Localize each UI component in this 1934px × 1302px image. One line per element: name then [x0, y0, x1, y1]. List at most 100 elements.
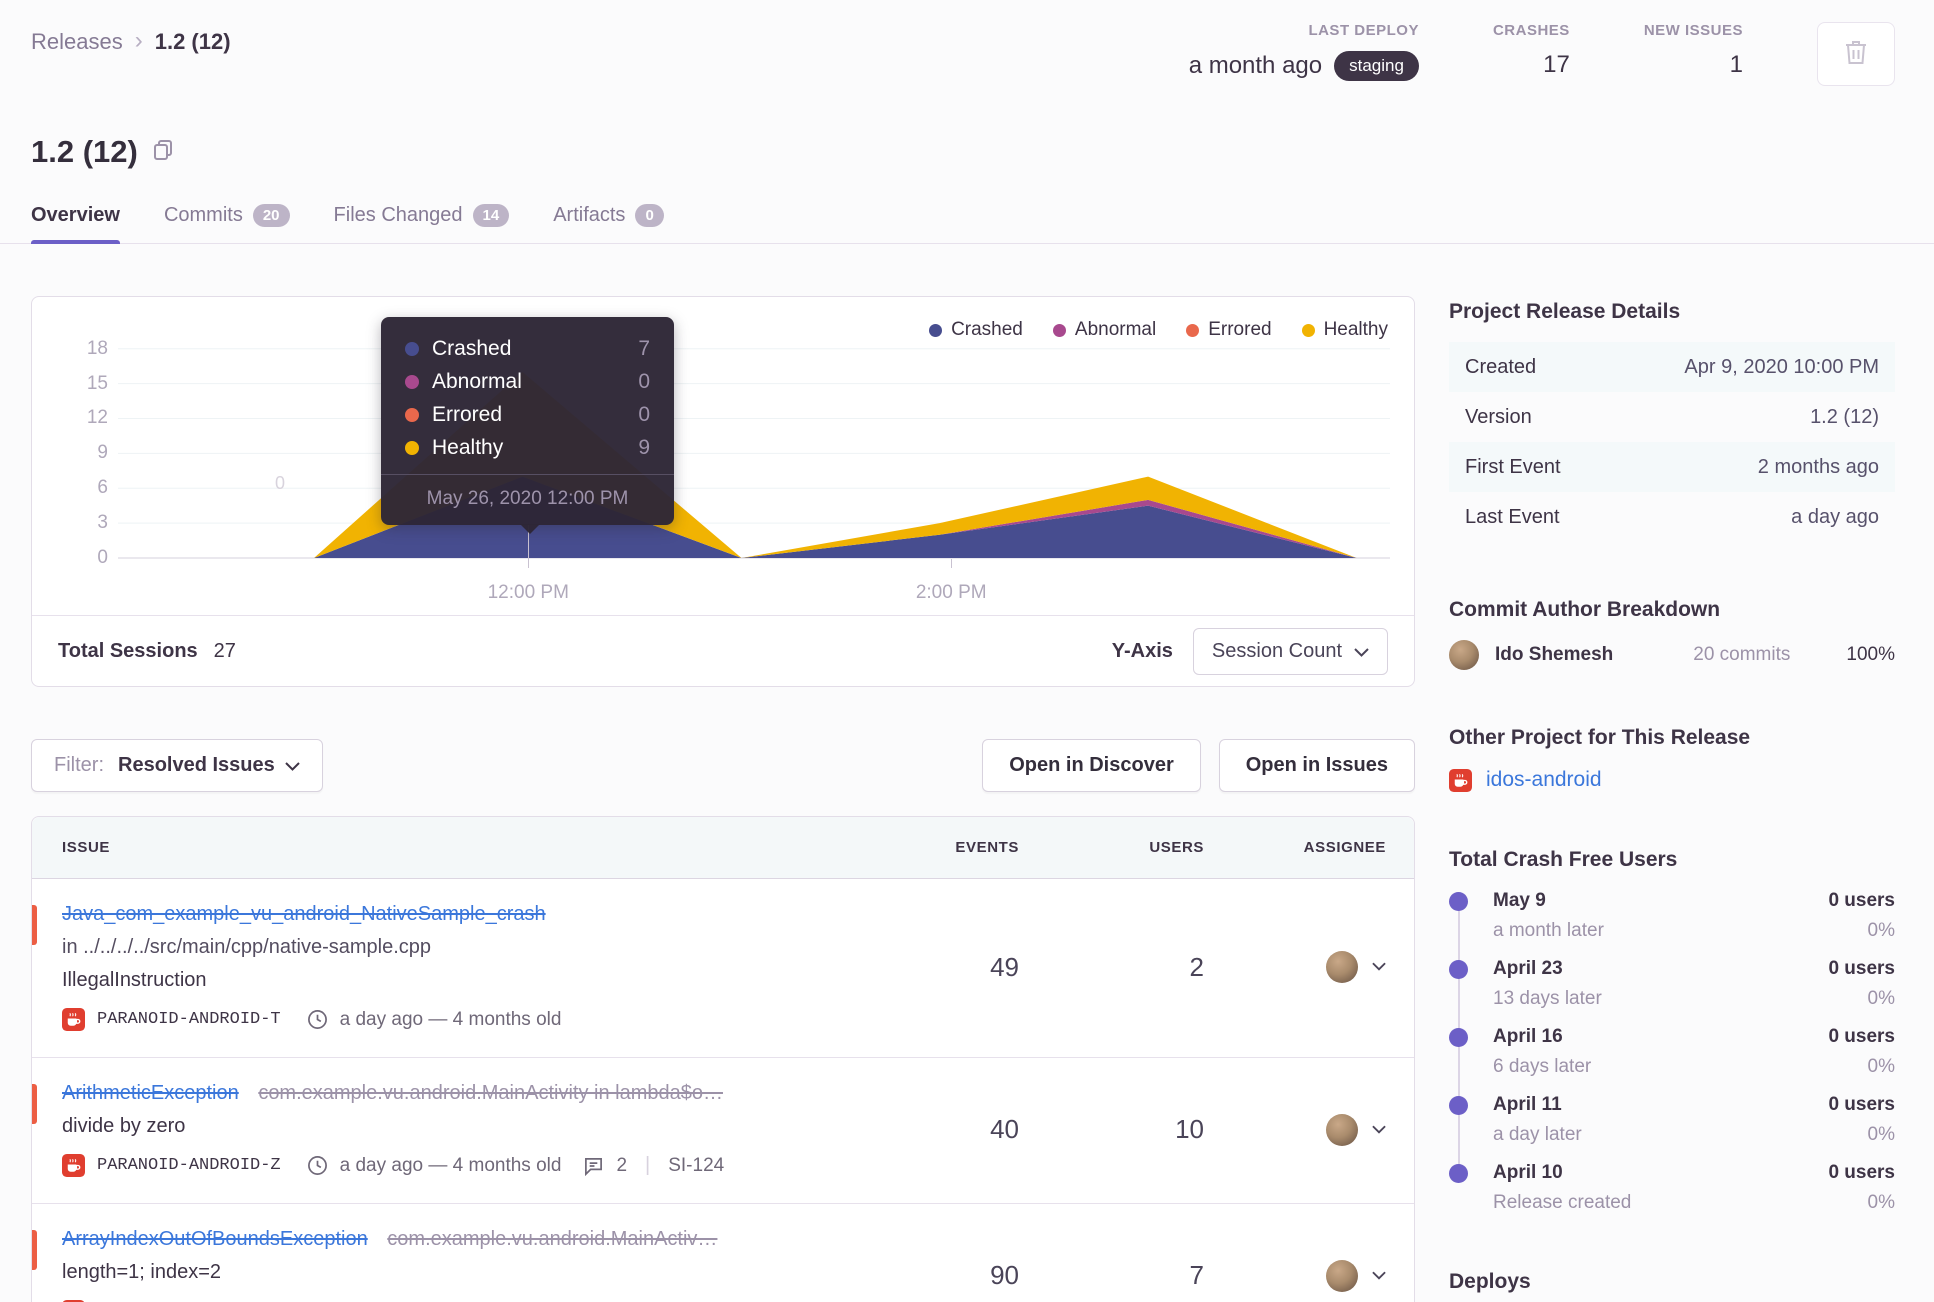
- issue-title-link[interactable]: ArithmeticException: [62, 1082, 239, 1104]
- column-users: USERS: [1149, 839, 1204, 856]
- stat-last-deploy: LAST DEPLOY a month ago staging: [1189, 22, 1419, 81]
- timeline-dot-icon: [1449, 1028, 1468, 1047]
- crash-free-timeline: May 9 a month later 0 users 0% April 23 …: [1449, 890, 1895, 1230]
- other-project-link[interactable]: idos-android: [1486, 768, 1602, 792]
- stat-new-issues: NEW ISSUES 1: [1644, 22, 1743, 79]
- errored-dot-icon: [1186, 323, 1200, 337]
- assignee-selector[interactable]: [1204, 1228, 1414, 1302]
- issue-culprit: in ../../../../src/main/cpp/native-sampl…: [62, 936, 432, 958]
- tab-files-changed[interactable]: Files Changed 14: [334, 204, 510, 243]
- issue-short-id: SI-124: [668, 1154, 725, 1176]
- sessions-chart[interactable]: Crashed Abnormal Errored Healthy 0 3 6 9…: [32, 297, 1414, 615]
- issue-row: Java_com_example_vu_android_NativeSample…: [32, 879, 1414, 1057]
- commits-count-badge: 20: [252, 204, 290, 227]
- issue-title-link[interactable]: Java_com_example_vu_android_NativeSample…: [62, 903, 546, 925]
- title-row: 1.2 (12): [31, 134, 1895, 170]
- assignee-avatar: [1326, 951, 1358, 983]
- copy-icon[interactable]: [152, 138, 174, 167]
- open-in-discover-button[interactable]: Open in Discover: [982, 739, 1201, 792]
- assignee-selector[interactable]: [1204, 1082, 1414, 1177]
- last-deploy-label: LAST DEPLOY: [1308, 22, 1419, 39]
- release-details-title: Project Release Details: [1449, 300, 1681, 323]
- timeline-dot-icon: [1449, 960, 1468, 979]
- abnormal-dot-icon: [1052, 323, 1066, 337]
- unresolved-indicator-bar: [32, 905, 37, 945]
- assignee-selector[interactable]: [1204, 903, 1414, 1031]
- crashes-label: CRASHES: [1492, 22, 1570, 39]
- issue-message: length=1; index=2: [62, 1261, 222, 1283]
- tab-artifacts[interactable]: Artifacts 0: [553, 204, 664, 243]
- issue-row: ArithmeticException com.example.vu.andro…: [32, 1057, 1414, 1203]
- timeline-dot-icon: [1449, 1096, 1468, 1115]
- issue-culprit-suffix: com.example.vu.android.MainActiv…: [387, 1228, 718, 1250]
- tooltip-timestamp: May 26, 2020 12:00 PM: [381, 474, 674, 525]
- artifacts-count-badge: 0: [635, 204, 664, 227]
- trash-icon: [1843, 38, 1869, 71]
- other-project-row: idos-android: [1449, 768, 1895, 792]
- author-commit-count: 20 commits: [1693, 644, 1791, 665]
- crashes-value: 17: [1543, 51, 1570, 78]
- filter-dropdown[interactable]: Filter: Resolved Issues: [31, 739, 323, 792]
- column-issue: ISSUE: [62, 839, 111, 856]
- tooltip-row-abnormal: Abnormal 0: [405, 370, 650, 394]
- tooltip-row-crashed: Crashed 7: [405, 337, 650, 361]
- issues-table-header: ISSUE EVENTS USERS ASSIGNEE: [32, 817, 1414, 879]
- y-axis-select[interactable]: Session Count: [1192, 627, 1388, 675]
- project-slug[interactable]: PARANOID-ANDROID-Z: [97, 1156, 281, 1175]
- detail-row-created: Created Apr 9, 2020 10:00 PM: [1449, 342, 1895, 392]
- last-deploy-value: a month ago: [1188, 52, 1323, 79]
- crash-free-entry: April 10 Release created 0 users 0%: [1449, 1162, 1895, 1230]
- tab-overview[interactable]: Overview: [31, 204, 120, 244]
- delete-release-button[interactable]: [1817, 22, 1895, 86]
- crash-free-entry: May 9 a month later 0 users 0%: [1449, 890, 1895, 972]
- issues-toolbar: Filter: Resolved Issues Open in Discover…: [31, 739, 1415, 792]
- chart-footer: Total Sessions 27 Y-Axis Session Count: [32, 615, 1414, 686]
- author-percent: 100%: [1846, 644, 1895, 665]
- tooltip-pointer: [520, 524, 540, 534]
- legend-healthy[interactable]: Healthy: [1301, 319, 1388, 341]
- sessions-chart-card: Crashed Abnormal Errored Healthy 0 3 6 9…: [31, 296, 1415, 687]
- meta-divider: |: [645, 1154, 651, 1176]
- legend-crashed[interactable]: Crashed: [929, 319, 1023, 341]
- sidebar: Project Release Details Created Apr 9, 2…: [1449, 296, 1895, 1294]
- top-header: Releases › 1.2 (12) LAST DEPLOY a month …: [31, 22, 1895, 86]
- breadcrumb-releases[interactable]: Releases: [31, 29, 123, 55]
- unresolved-indicator-bar: [32, 1230, 37, 1270]
- comments-icon: [585, 1157, 603, 1176]
- errored-dot-icon: [405, 408, 419, 422]
- chart-tooltip: Crashed 7 Abnormal 0 Errored 0 Healthy 9…: [381, 317, 674, 534]
- issue-users-count: 2: [1189, 951, 1204, 982]
- project-coffee-icon: [62, 1154, 85, 1177]
- deploys-title: Deploys: [1449, 1270, 1531, 1293]
- assignee-avatar: [1326, 1259, 1358, 1292]
- chevron-down-icon: [1372, 958, 1386, 976]
- crashed-dot-icon: [929, 323, 943, 337]
- breadcrumb: Releases › 1.2 (12): [31, 27, 231, 56]
- legend-errored[interactable]: Errored: [1186, 319, 1272, 341]
- other-project-title: Other Project for This Release: [1449, 726, 1751, 749]
- stacked-area-chart: [118, 322, 1390, 559]
- crash-free-entry: April 11 a day later 0 users 0%: [1449, 1094, 1895, 1176]
- project-slug[interactable]: PARANOID-ANDROID-T: [97, 1010, 281, 1029]
- environment-badge: staging: [1334, 51, 1419, 81]
- crash-free-title: Total Crash Free Users: [1449, 848, 1678, 871]
- chevron-down-icon: [1372, 1121, 1386, 1139]
- author-avatar: [1449, 640, 1479, 670]
- issue-title-link[interactable]: ArrayIndexOutOfBoundsException: [62, 1228, 368, 1250]
- project-coffee-icon: [1449, 768, 1472, 792]
- main-column: Crashed Abnormal Errored Healthy 0 3 6 9…: [31, 296, 1415, 1302]
- issue-row: ArrayIndexOutOfBoundsException com.examp…: [32, 1203, 1414, 1302]
- chart-plot-area: [118, 322, 1390, 559]
- timeline-dot-icon: [1449, 1164, 1468, 1183]
- legend-abnormal[interactable]: Abnormal: [1052, 319, 1156, 341]
- page-title: 1.2 (12): [31, 134, 138, 169]
- detail-row-version: Version 1.2 (12): [1465, 405, 1879, 428]
- detail-row-first-event: First Event 2 months ago: [1449, 442, 1895, 492]
- assignee-avatar: [1326, 1113, 1358, 1146]
- column-assignee: ASSIGNEE: [1303, 839, 1386, 856]
- clock-icon: [307, 1156, 327, 1175]
- tab-commits[interactable]: Commits 20: [164, 204, 290, 243]
- open-in-issues-button[interactable]: Open in Issues: [1218, 739, 1415, 792]
- abnormal-dot-icon: [405, 375, 419, 389]
- issue-events-count: 40: [990, 1114, 1019, 1144]
